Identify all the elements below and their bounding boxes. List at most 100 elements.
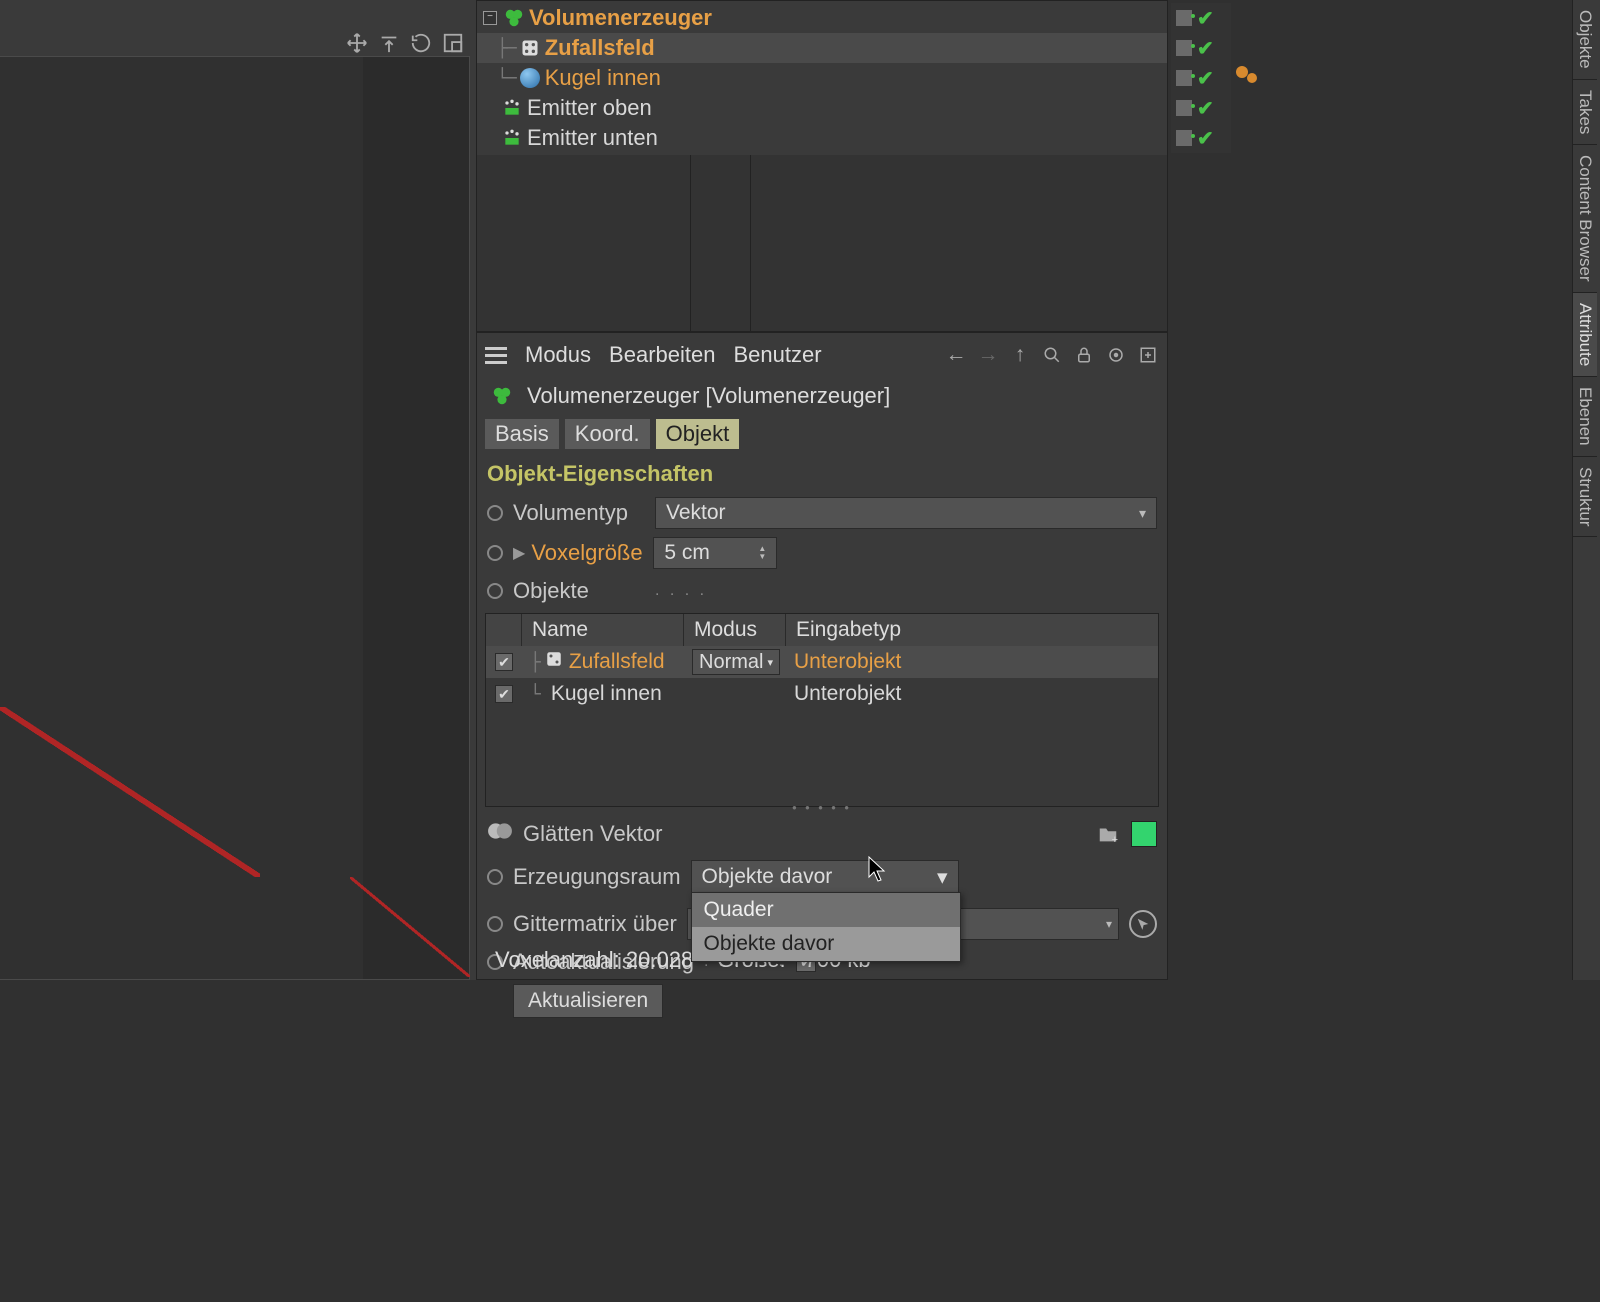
emitter-icon bbox=[501, 127, 523, 149]
visibility-toggle[interactable] bbox=[1175, 99, 1193, 117]
label-gittermatrix: Gittermatrix über bbox=[513, 911, 677, 937]
enable-check-icon[interactable]: ✔ bbox=[1197, 36, 1214, 61]
vtab-objekte[interactable]: Objekte bbox=[1573, 0, 1597, 80]
collapse-icon[interactable]: − bbox=[483, 11, 497, 25]
tree-row-kugel-innen[interactable]: └─ Kugel innen ✔ bbox=[477, 63, 1167, 93]
aktualisieren-button[interactable]: Aktualisieren bbox=[513, 984, 663, 1018]
zoom-icon[interactable] bbox=[376, 30, 402, 56]
label-objekte: Objekte bbox=[513, 578, 645, 604]
tab-koord[interactable]: Koord. bbox=[565, 419, 650, 449]
anim-bullet[interactable] bbox=[487, 869, 503, 885]
menu-icon[interactable] bbox=[485, 347, 507, 364]
tree-row-volumenerzeuger[interactable]: − Volumenerzeuger ✔ bbox=[477, 3, 1167, 33]
vertical-tabs: Objekte Takes Content Browser Attribute … bbox=[1572, 0, 1600, 980]
tree-label: Volumenerzeuger bbox=[529, 5, 712, 31]
row-checkbox[interactable]: ✔ bbox=[495, 653, 513, 671]
label-erzeugungsraum: Erzeugungsraum bbox=[513, 864, 681, 890]
random-field-icon bbox=[519, 37, 541, 59]
dropdown-value: Vektor bbox=[666, 501, 726, 525]
enable-check-icon[interactable]: ✔ bbox=[1197, 66, 1214, 91]
attribute-manager: Modus Bearbeiten Benutzer ← → ↑ Volumene… bbox=[476, 332, 1168, 980]
volume-builder-icon bbox=[491, 385, 513, 407]
table-row[interactable]: ✔ ├ Zufallsfeld Normal▾ Unterobjekt bbox=[486, 646, 1158, 678]
emitter-icon bbox=[501, 97, 523, 119]
cell-name: Kugel innen bbox=[551, 682, 662, 706]
visibility-toggle[interactable] bbox=[1175, 9, 1193, 27]
tree-row-emitter-unten[interactable]: Emitter unten ✔ bbox=[477, 123, 1167, 153]
resize-handle[interactable]: ● ● ● ● ● bbox=[477, 803, 1167, 812]
random-field-icon bbox=[545, 650, 563, 674]
tab-objekt[interactable]: Objekt bbox=[656, 419, 740, 449]
visibility-toggle[interactable] bbox=[1175, 39, 1193, 57]
menu-bearbeiten[interactable]: Bearbeiten bbox=[609, 342, 715, 368]
cell-name: Zufallsfeld bbox=[569, 650, 665, 674]
dots: . . . . bbox=[655, 582, 707, 600]
label-glatten: Glätten Vektor bbox=[523, 821, 662, 847]
dropdown-value: Objekte davor bbox=[702, 865, 833, 889]
input-voxelgroesse[interactable]: 5 cm ▲▼ bbox=[653, 537, 777, 569]
sphere-icon bbox=[519, 67, 541, 89]
vtab-ebenen[interactable]: Ebenen bbox=[1573, 377, 1597, 457]
chevron-down-icon: ▾ bbox=[1139, 505, 1146, 522]
viewport-panel bbox=[0, 0, 476, 980]
volume-builder-icon bbox=[503, 7, 525, 29]
menu-benutzer[interactable]: Benutzer bbox=[733, 342, 821, 368]
enable-check-icon[interactable]: ✔ bbox=[1197, 126, 1214, 151]
vtab-content-browser[interactable]: Content Browser bbox=[1573, 145, 1597, 293]
anim-bullet[interactable] bbox=[487, 916, 503, 932]
film-strip-icon[interactable] bbox=[1131, 821, 1157, 847]
label-voxelgroesse: Voxelgröße bbox=[531, 540, 643, 566]
svg-text:+: + bbox=[1112, 834, 1118, 845]
input-value: 5 cm bbox=[664, 541, 710, 565]
forward-icon[interactable]: → bbox=[977, 344, 999, 366]
dropdown-option-objekte-davor[interactable]: Objekte davor bbox=[692, 927, 960, 961]
attribute-title: Volumenerzeuger [Volumenerzeuger] bbox=[527, 383, 890, 409]
visibility-toggle[interactable] bbox=[1175, 69, 1193, 87]
vtab-takes[interactable]: Takes bbox=[1573, 80, 1597, 145]
up-icon[interactable]: ↑ bbox=[1009, 344, 1031, 366]
tag-spheres-icon[interactable] bbox=[1235, 65, 1259, 91]
tree-row-emitter-oben[interactable]: Emitter oben ✔ bbox=[477, 93, 1167, 123]
enable-check-icon[interactable]: ✔ bbox=[1197, 96, 1214, 121]
object-manager: − Volumenerzeuger ✔ ├─ Zufallsfeld ✔ └─ … bbox=[476, 0, 1168, 332]
pick-target-icon[interactable] bbox=[1129, 910, 1157, 938]
dropdown-erzeugungsraum[interactable]: Objekte davor ▾ bbox=[691, 860, 959, 894]
label-volumentyp: Volumentyp bbox=[513, 500, 645, 526]
dropdown-option-quader[interactable]: Quader bbox=[692, 893, 960, 927]
table-row[interactable]: ✔ └ Kugel innen Unterobjekt bbox=[486, 678, 1158, 710]
frame-icon[interactable] bbox=[440, 30, 466, 56]
dropdown-popup: Quader Objekte davor bbox=[691, 892, 961, 962]
viewport-3d[interactable] bbox=[0, 56, 470, 980]
expand-icon[interactable]: ▶ bbox=[513, 543, 525, 563]
menu-modus[interactable]: Modus bbox=[525, 342, 591, 368]
back-icon[interactable]: ← bbox=[945, 344, 967, 366]
add-icon[interactable] bbox=[1137, 344, 1159, 366]
vtab-struktur[interactable]: Struktur bbox=[1573, 457, 1597, 538]
target-icon[interactable] bbox=[1105, 344, 1127, 366]
th-name[interactable]: Name bbox=[522, 614, 684, 646]
row-checkbox[interactable]: ✔ bbox=[495, 685, 513, 703]
enable-check-icon[interactable]: ✔ bbox=[1197, 6, 1214, 31]
tree-label: Emitter oben bbox=[527, 95, 652, 121]
smooth-vector-icon bbox=[487, 818, 513, 850]
lock-icon[interactable] bbox=[1073, 344, 1095, 366]
tree-label: Zufallsfeld bbox=[545, 35, 655, 61]
tree-label: Kugel innen bbox=[545, 65, 661, 91]
visibility-toggle[interactable] bbox=[1175, 129, 1193, 147]
vtab-attribute[interactable]: Attribute bbox=[1573, 293, 1597, 377]
section-heading: Objekt-Eigenschaften bbox=[477, 453, 1167, 493]
th-eingabetyp[interactable]: Eingabetyp bbox=[786, 614, 1158, 646]
move-icon[interactable] bbox=[344, 30, 370, 56]
tree-row-zufallsfeld[interactable]: ├─ Zufallsfeld ✔ bbox=[477, 33, 1167, 63]
folder-add-icon[interactable]: + bbox=[1095, 821, 1121, 847]
dropdown-modus[interactable]: Normal▾ bbox=[692, 649, 780, 675]
rotate-icon[interactable] bbox=[408, 30, 434, 56]
search-icon[interactable] bbox=[1041, 344, 1063, 366]
anim-bullet[interactable] bbox=[487, 505, 503, 521]
tab-basis[interactable]: Basis bbox=[485, 419, 559, 449]
dropdown-volumentyp[interactable]: Vektor ▾ bbox=[655, 497, 1157, 529]
anim-bullet[interactable] bbox=[487, 583, 503, 599]
anim-bullet[interactable] bbox=[487, 545, 503, 561]
th-modus[interactable]: Modus bbox=[684, 614, 786, 646]
spinner-icon[interactable]: ▲▼ bbox=[758, 545, 766, 561]
